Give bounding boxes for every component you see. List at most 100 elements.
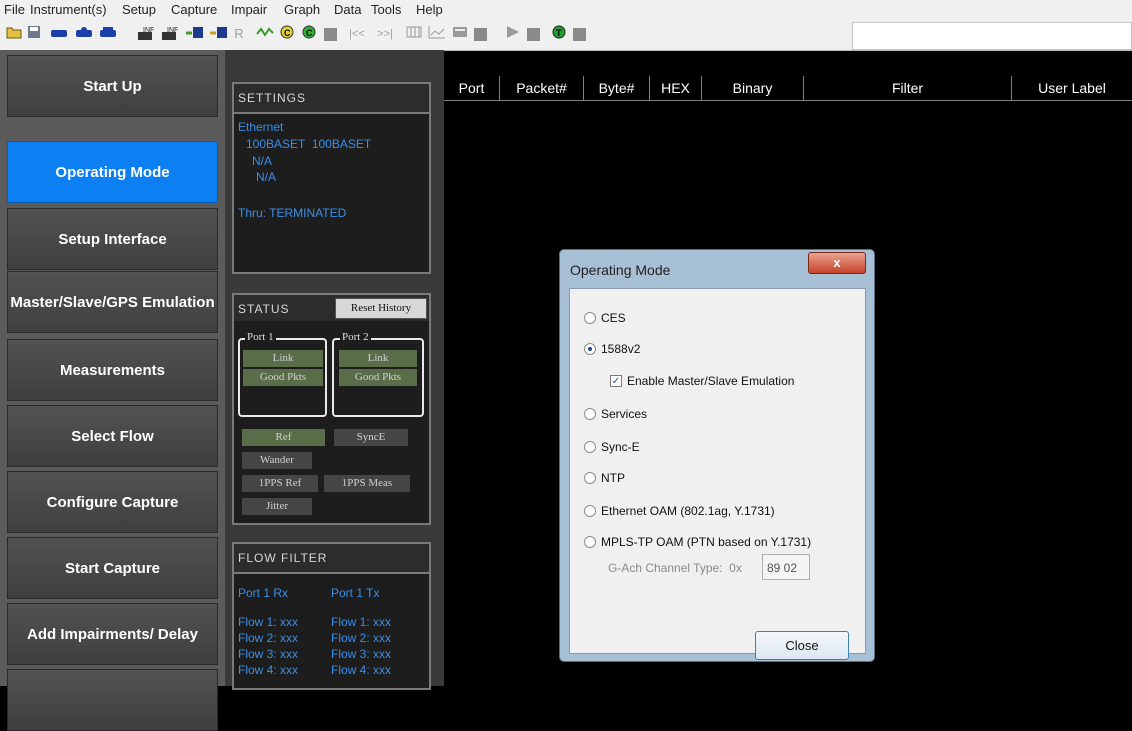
settings-line5: Thru: TERMINATED: [238, 206, 347, 220]
option-mpls-tp-oam[interactable]: MPLS-TP OAM (PTN based on Y.1731): [584, 534, 811, 550]
svg-text:INF: INF: [143, 27, 154, 34]
close-button[interactable]: Close: [755, 631, 849, 660]
graph-view-icon[interactable]: [428, 25, 446, 43]
wave-icon[interactable]: [256, 25, 274, 43]
r-button[interactable]: R: [233, 25, 245, 43]
port2-good-pkts-indicator: Good Pkts: [339, 369, 417, 386]
toolbar: INF INF R C C |<< >>| T: [0, 19, 1132, 51]
flow-filter-title: FLOW FILTER: [234, 544, 429, 574]
pps-meas-indicator: 1PPS Meas: [324, 475, 410, 492]
load-config-icon[interactable]: [185, 25, 205, 43]
save-config-icon[interactable]: [209, 25, 229, 43]
status-panel: STATUS Reset History Port 1 Port 2 Link …: [232, 293, 431, 525]
option-sync-e[interactable]: Sync-E: [584, 439, 640, 455]
option-ntp[interactable]: NTP: [584, 470, 625, 486]
flow-tx-head: Port 1 Tx: [331, 586, 380, 600]
svg-text:C: C: [306, 28, 313, 38]
radio-ntp[interactable]: [584, 472, 596, 484]
menu-file[interactable]: File: [4, 2, 25, 17]
nav-master-slave-gps[interactable]: Master/Slave/GPS Emulation: [7, 271, 218, 333]
menu-capture[interactable]: Capture: [171, 2, 217, 17]
stop-icon[interactable]: [324, 28, 337, 41]
menu-setup[interactable]: Setup: [122, 2, 156, 17]
gach-value-input[interactable]: 89 02: [762, 554, 810, 580]
option-ethernet-oam[interactable]: Ethernet OAM (802.1ag, Y.1731): [584, 503, 775, 519]
capture-yellow-icon[interactable]: C: [280, 25, 294, 43]
col-binary[interactable]: Binary: [702, 76, 804, 100]
end-square-icon[interactable]: [573, 28, 586, 41]
open-folder-icon[interactable]: [6, 25, 22, 43]
settings-line4: N/A: [256, 170, 277, 184]
nav-start-up[interactable]: Start Up: [7, 55, 218, 117]
checkbox-check-icon[interactable]: ✓: [610, 375, 622, 387]
col-user-label[interactable]: User Label: [1012, 76, 1132, 100]
left-nav: Start Up Operating Mode Setup Interface …: [0, 50, 225, 731]
menu-graph[interactable]: Graph: [284, 2, 320, 17]
flow-rx-head: Port 1 Rx: [238, 586, 289, 600]
menu-bar: File Instrument(s) Setup Capture Impair …: [0, 0, 1132, 19]
port2-link-indicator: Link: [339, 350, 417, 367]
radio-sync-e[interactable]: [584, 441, 596, 453]
window-view-icon[interactable]: [452, 25, 468, 43]
col-filter[interactable]: Filter: [804, 76, 1012, 100]
gach-label: G-Ach Channel Type: 0x: [608, 561, 742, 575]
option-services[interactable]: Services: [584, 406, 647, 422]
table-view-icon[interactable]: [406, 25, 422, 43]
first-page-icon[interactable]: |<<: [346, 25, 368, 43]
option-sync-e-label: Sync-E: [601, 440, 640, 454]
stop-square-icon[interactable]: [527, 28, 540, 41]
col-byte[interactable]: Byte#: [584, 76, 650, 100]
radio-ces[interactable]: [584, 312, 596, 324]
status-title: STATUS: [238, 302, 290, 316]
radio-1588v2[interactable]: [584, 343, 596, 355]
radio-ethernet-oam[interactable]: [584, 505, 596, 517]
menu-data[interactable]: Data: [334, 2, 361, 17]
svg-text:T: T: [556, 28, 562, 38]
col-port[interactable]: Port: [444, 76, 500, 100]
nav-start-capture[interactable]: Start Capture: [7, 537, 218, 599]
option-1588v2[interactable]: 1588v2: [584, 341, 640, 357]
nav-select-flow[interactable]: Select Flow: [7, 405, 218, 467]
play-icon[interactable]: [505, 25, 521, 43]
trigger-icon[interactable]: T: [552, 25, 566, 43]
export-inf-icon[interactable]: INF: [160, 25, 180, 43]
option-ntp-label: NTP: [601, 471, 625, 485]
option-mpls-tp-oam-label: MPLS-TP OAM (PTN based on Y.1731): [601, 535, 812, 549]
nav-next-item[interactable]: [7, 669, 218, 731]
last-page-icon[interactable]: >>|: [374, 25, 396, 43]
capture-column-header: Port Packet# Byte# HEX Binary Filter Use…: [444, 76, 1132, 101]
menu-tools[interactable]: Tools: [371, 2, 401, 17]
nav-add-impairments-delay[interactable]: Add Impairments/ Delay: [7, 603, 218, 665]
dialog-close-x-button[interactable]: x: [808, 252, 866, 274]
settings-title: SETTINGS: [234, 84, 429, 114]
enable-master-slave-checkbox[interactable]: ✓ Enable Master/Slave Emulation: [610, 373, 794, 389]
pps-ref-indicator: 1PPS Ref: [242, 475, 318, 492]
instrument-a-icon[interactable]: [50, 25, 68, 43]
port2-label: Port 2: [340, 331, 371, 343]
flow-rx-1: Flow 1: xxx: [238, 615, 299, 629]
radio-mpls-tp-oam[interactable]: [584, 536, 596, 548]
instrument-c-icon[interactable]: [99, 25, 117, 43]
import-inf-icon[interactable]: INF: [136, 25, 156, 43]
radio-services[interactable]: [584, 408, 596, 420]
menu-instruments[interactable]: Instrument(s): [30, 2, 107, 17]
nav-measurements[interactable]: Measurements: [7, 339, 218, 401]
menu-impair[interactable]: Impair: [231, 2, 267, 17]
svg-text:INF: INF: [167, 27, 178, 34]
settings-line1: Ethernet: [238, 120, 284, 134]
flow-rx-2: Flow 2: xxx: [238, 631, 299, 645]
port1-link-indicator: Link: [243, 350, 323, 367]
port1-label: Port 1: [245, 331, 276, 343]
nav-operating-mode[interactable]: Operating Mode: [7, 141, 218, 203]
option-ces[interactable]: CES: [584, 310, 626, 326]
nav-setup-interface[interactable]: Setup Interface: [7, 208, 218, 270]
reset-history-button[interactable]: Reset History: [335, 298, 427, 319]
save-icon[interactable]: [27, 25, 41, 43]
col-hex[interactable]: HEX: [650, 76, 702, 100]
menu-help[interactable]: Help: [416, 2, 443, 17]
capture-green-icon[interactable]: C: [302, 25, 316, 43]
instrument-b-icon[interactable]: [75, 25, 93, 43]
square-icon[interactable]: [474, 28, 487, 41]
col-packet[interactable]: Packet#: [500, 76, 584, 100]
nav-configure-capture[interactable]: Configure Capture: [7, 471, 218, 533]
